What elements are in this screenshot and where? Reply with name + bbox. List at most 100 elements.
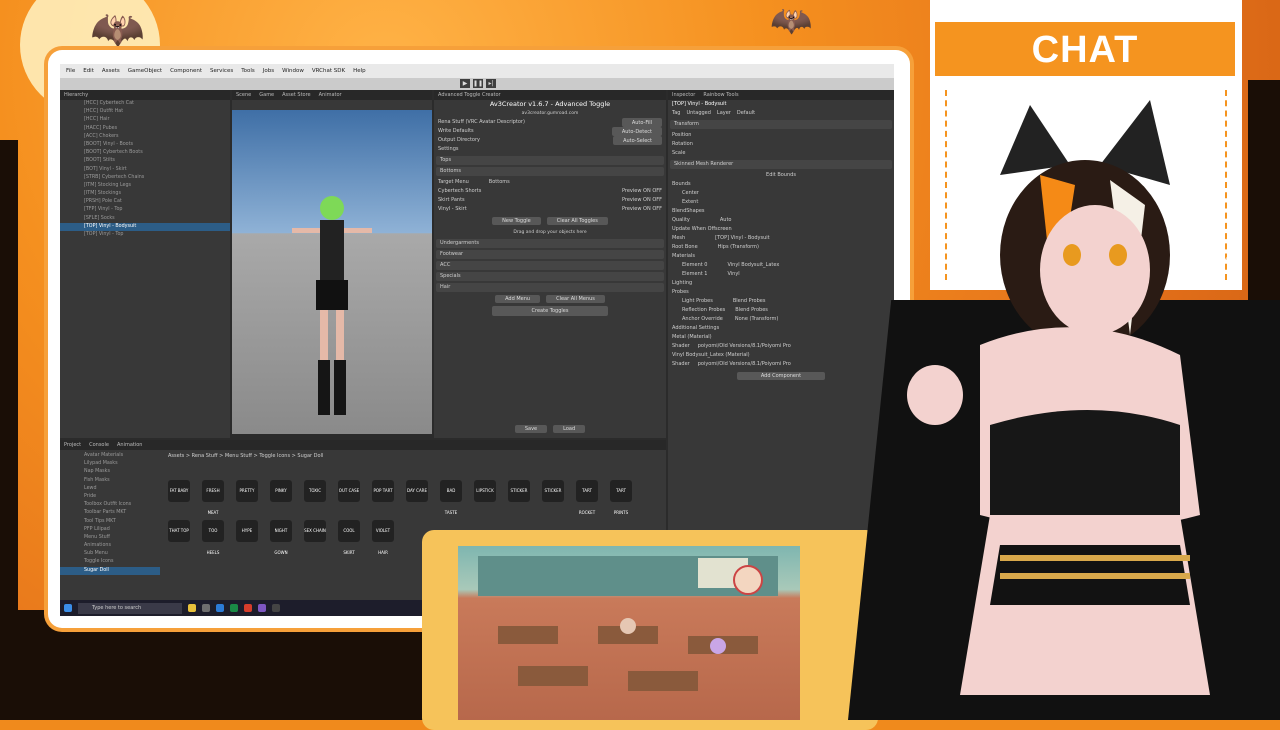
asset-thumb[interactable]: POP TART	[372, 480, 394, 502]
output-directory-field[interactable]: Output Directory	[438, 136, 480, 145]
creator-link[interactable]: av3creator.gumroad.com	[434, 109, 666, 118]
app-icon[interactable]	[202, 604, 210, 612]
materials-foldout[interactable]: Materials	[668, 252, 894, 261]
hierarchy-item[interactable]: [ACC] Chokers	[60, 133, 230, 141]
quality-select[interactable]: Auto	[720, 216, 732, 225]
update-offscreen-toggle[interactable]: Update When Offscreen	[668, 225, 894, 234]
menu-help[interactable]: Help	[353, 68, 366, 74]
anchor-override-field[interactable]: None (Transform)	[735, 315, 778, 324]
toggle-row-label[interactable]: Vinyl - Skirt	[438, 205, 467, 214]
section-hair[interactable]: Hair	[436, 283, 664, 292]
asset-thumb[interactable]: HYPE	[236, 520, 258, 542]
hierarchy-item[interactable]: [BOOT] Cybertech Boots	[60, 149, 230, 157]
create-toggles-button[interactable]: Create Toggles	[491, 306, 609, 316]
folder-item[interactable]: Toggle Icons	[60, 558, 160, 566]
toggle-row-label[interactable]: Skirt Pants	[438, 196, 465, 205]
folder-item[interactable]: Toolbox Outfit Icons	[60, 501, 160, 509]
taskbar-search[interactable]: Type here to search	[78, 602, 182, 614]
folder-item[interactable]: Fish Masks	[60, 477, 160, 485]
element0-field[interactable]: Vinyl Bodysuit_Latex	[727, 261, 779, 270]
material-header[interactable]: Metal (Material)	[668, 333, 894, 342]
on-button[interactable]: ON	[643, 188, 651, 194]
play-button[interactable]: ▶	[460, 79, 470, 88]
lighting-foldout[interactable]: Lighting	[668, 279, 894, 288]
folder-item-selected[interactable]: Sugar Doll	[60, 566, 160, 575]
toggle-row-label[interactable]: Cybertech Shorts	[438, 187, 481, 196]
skinned-mesh-renderer-component[interactable]: Skinned Mesh Renderer	[670, 160, 892, 169]
write-defaults-toggle[interactable]: Write Defaults	[438, 127, 474, 136]
object-name-field[interactable]: [TOP] Vinyl - Bodysuit	[668, 100, 894, 109]
hierarchy-item[interactable]: [HCC] Outfit Hat	[60, 108, 230, 116]
menu-gameobject[interactable]: GameObject	[128, 68, 162, 74]
asset-thumb[interactable]: STICKER	[542, 480, 564, 502]
folder-item[interactable]: PFP Lilipad	[60, 526, 160, 534]
asset-thumb[interactable]: LIPSTICK	[474, 480, 496, 502]
extent-field[interactable]: Extent	[668, 198, 894, 207]
asset-thumb[interactable]: TOXIC	[304, 480, 326, 502]
shader-select[interactable]: poiyomi/Old Versions/8.1/Poiyomi Pro	[698, 360, 791, 369]
asset-thumb[interactable]: DAY CARE	[406, 480, 428, 502]
hierarchy-item[interactable]: [SFLE] Socks	[60, 215, 230, 223]
tab-scene[interactable]: Scene	[236, 92, 251, 98]
add-component-button[interactable]: Add Component	[736, 372, 826, 380]
transform-component[interactable]: Transform	[670, 120, 892, 129]
hierarchy-item[interactable]: [TFP] Vinyl - Top	[60, 206, 230, 214]
chrome-icon[interactable]	[244, 604, 252, 612]
rotation-field[interactable]: Rotation	[668, 140, 894, 149]
save-button[interactable]: Save	[514, 425, 548, 433]
off-button[interactable]: OFF	[652, 188, 662, 194]
hierarchy-item[interactable]: [ITM] Stockings	[60, 190, 230, 198]
preview-button[interactable]: Preview	[622, 197, 641, 203]
folder-item[interactable]: Sub Menu	[60, 550, 160, 558]
position-field[interactable]: Position	[668, 131, 894, 140]
tab-animator[interactable]: Animator	[319, 92, 342, 98]
app-icon[interactable]	[272, 604, 280, 612]
app-icon[interactable]	[258, 604, 266, 612]
menu-jobs[interactable]: Jobs	[263, 68, 274, 74]
menu-edit[interactable]: Edit	[83, 68, 94, 74]
step-button[interactable]: ▸|	[486, 79, 496, 88]
edit-bounds-button[interactable]: Edit Bounds	[668, 171, 894, 180]
asset-thumb[interactable]: VIOLET HAIR	[372, 520, 394, 555]
folder-item[interactable]: Avatar Materials	[60, 452, 160, 460]
asset-thumb[interactable]: THAT TOP	[168, 520, 190, 542]
tab-game[interactable]: Game	[259, 92, 274, 98]
auto-select-button[interactable]: Auto-Select	[613, 136, 662, 145]
section-footwear[interactable]: Footwear	[436, 250, 664, 259]
folder-item[interactable]: Toolbar Parts MKT	[60, 509, 160, 517]
asset-thumb[interactable]: OUT CASE	[338, 480, 360, 502]
asset-thumb[interactable]: PINKY	[270, 480, 292, 502]
load-button[interactable]: Load	[553, 425, 586, 433]
windows-start-icon[interactable]	[64, 604, 72, 612]
scene-viewport[interactable]	[232, 110, 432, 434]
menu-assets[interactable]: Assets	[102, 68, 120, 74]
settings-foldout[interactable]: Settings	[434, 145, 666, 154]
hierarchy-item[interactable]: [TOP] Vinyl - Top	[60, 231, 230, 239]
asset-thumb[interactable]: NIGHT GOWN	[270, 520, 292, 555]
folder-item[interactable]: Pride	[60, 493, 160, 501]
tag-select[interactable]: Untagged	[686, 109, 710, 118]
hierarchy-item[interactable]: [BOOT] Vinyl - Boots	[60, 141, 230, 149]
additional-settings-foldout[interactable]: Additional Settings	[668, 324, 894, 333]
menu-tools[interactable]: Tools	[241, 68, 255, 74]
pause-button[interactable]: ❚❚	[473, 79, 483, 88]
tab-toggle-creator[interactable]: Advanced Toggle Creator	[438, 92, 501, 98]
hierarchy-item[interactable]: [HACC] Pubes	[60, 125, 230, 133]
avatar-descriptor-field[interactable]: Rena Stuff (VRC Avatar Descriptor)	[438, 118, 525, 127]
section-bottoms[interactable]: Bottoms	[436, 167, 664, 176]
section-specials[interactable]: Specials	[436, 272, 664, 281]
app-icon[interactable]	[188, 604, 196, 612]
asset-thumb[interactable]: PRETTY	[236, 480, 258, 502]
light-probes-select[interactable]: Blend Probes	[733, 297, 766, 306]
reflection-probes-select[interactable]: Blend Probes	[735, 306, 768, 315]
root-bone-field[interactable]: Hips (Transform)	[718, 243, 759, 252]
menu-component[interactable]: Component	[170, 68, 202, 74]
app-icon[interactable]	[230, 604, 238, 612]
preview-button[interactable]: Preview	[622, 206, 641, 212]
preview-button[interactable]: Preview	[622, 188, 641, 194]
asset-thumb[interactable]: COOL SKIRT	[338, 520, 360, 555]
clear-all-menus-button[interactable]: Clear All Menus	[546, 295, 605, 303]
hierarchy-item[interactable]: [BOT] Vinyl - Skirt	[60, 166, 230, 174]
section-undergarments[interactable]: Undergarments	[436, 239, 664, 248]
tab-console[interactable]: Console	[89, 442, 109, 448]
